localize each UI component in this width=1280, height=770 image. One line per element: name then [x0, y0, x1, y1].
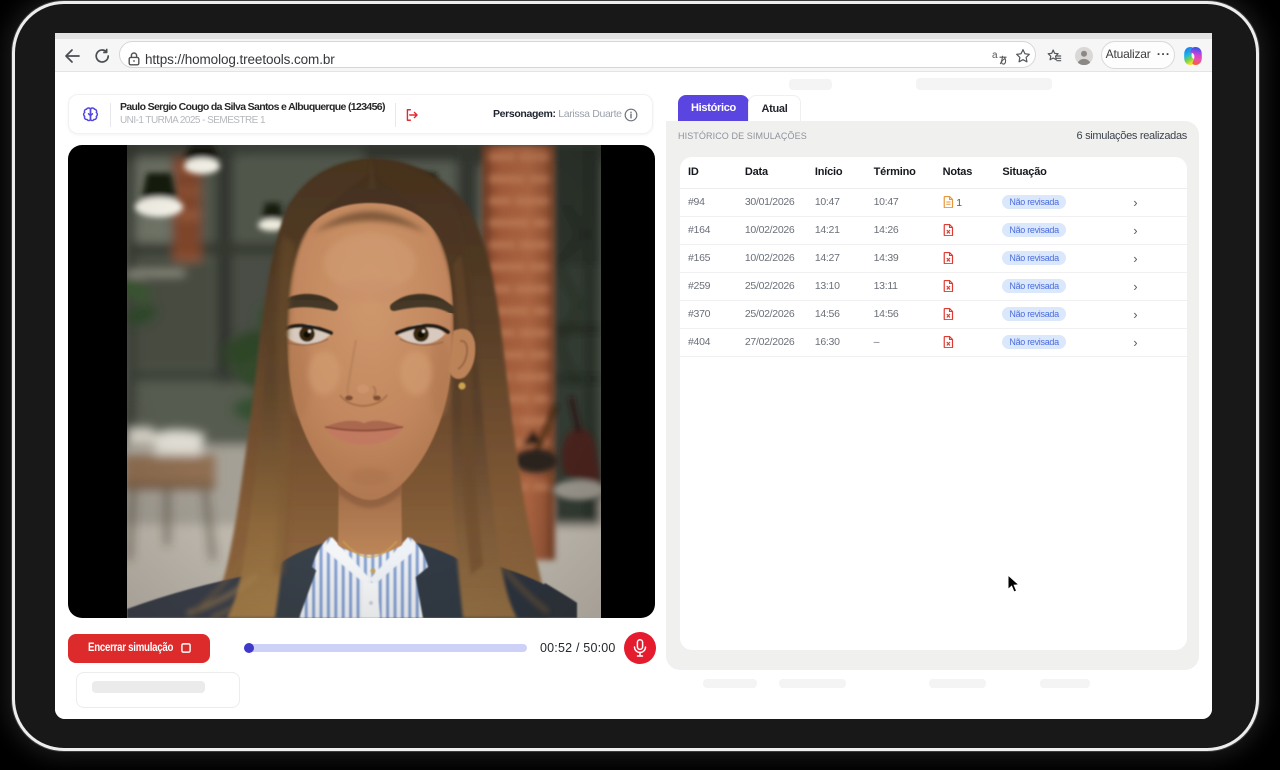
svg-text:a: a — [992, 50, 998, 61]
